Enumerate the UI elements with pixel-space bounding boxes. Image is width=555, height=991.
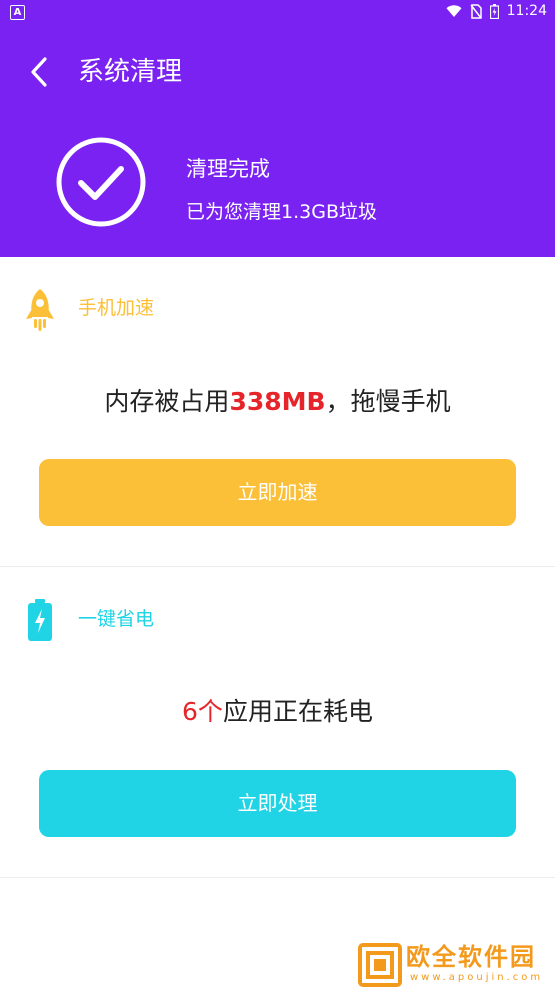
no-sim-icon	[470, 3, 482, 19]
rocket-icon	[26, 289, 54, 331]
watermark: 欧全软件园 www.apoujin.com	[354, 939, 550, 989]
boost-section: 手机加速 内存被占用338MB，拖慢手机 立即加速	[0, 257, 555, 567]
battery-icon	[489, 3, 499, 19]
result-subtitle: 已为您清理1.3GB垃圾	[186, 201, 377, 223]
watermark-text: 欧全软件园	[406, 943, 536, 971]
watermark-url: www.apoujin.com	[410, 972, 544, 983]
boost-message: 内存被占用338MB，拖慢手机	[0, 385, 555, 419]
divider	[0, 877, 555, 878]
header: A 11:24 系统清理 清理完成 已为您清理1.3GB垃圾	[0, 0, 555, 257]
check-circle-icon	[56, 137, 146, 227]
wifi-icon	[446, 5, 462, 17]
result-title: 清理完成	[186, 157, 270, 181]
battery-bolt-icon	[28, 599, 52, 641]
draining-apps-count: 6个	[182, 697, 223, 726]
power-message-suffix: 应用正在耗电	[222, 697, 373, 726]
back-arrow-icon[interactable]	[26, 56, 52, 88]
boost-now-button[interactable]: 立即加速	[39, 459, 516, 526]
status-bar: A 11:24	[0, 0, 555, 24]
memory-used-value: 338MB	[229, 387, 326, 416]
power-label: 一键省电	[78, 608, 155, 630]
watermark-logo-icon	[358, 943, 402, 987]
boost-label: 手机加速	[78, 297, 155, 319]
power-message: 6个应用正在耗电	[0, 695, 555, 729]
boost-message-prefix: 内存被占用	[104, 387, 230, 416]
handle-now-button[interactable]: 立即处理	[39, 770, 516, 837]
power-section: 一键省电 6个应用正在耗电 立即处理	[0, 567, 555, 877]
page-title: 系统清理	[78, 57, 183, 87]
boost-message-suffix: ，拖慢手机	[325, 387, 451, 416]
status-time: 11:24	[506, 3, 547, 19]
notification-icon: A	[10, 5, 25, 20]
status-icons: 11:24	[446, 3, 547, 19]
